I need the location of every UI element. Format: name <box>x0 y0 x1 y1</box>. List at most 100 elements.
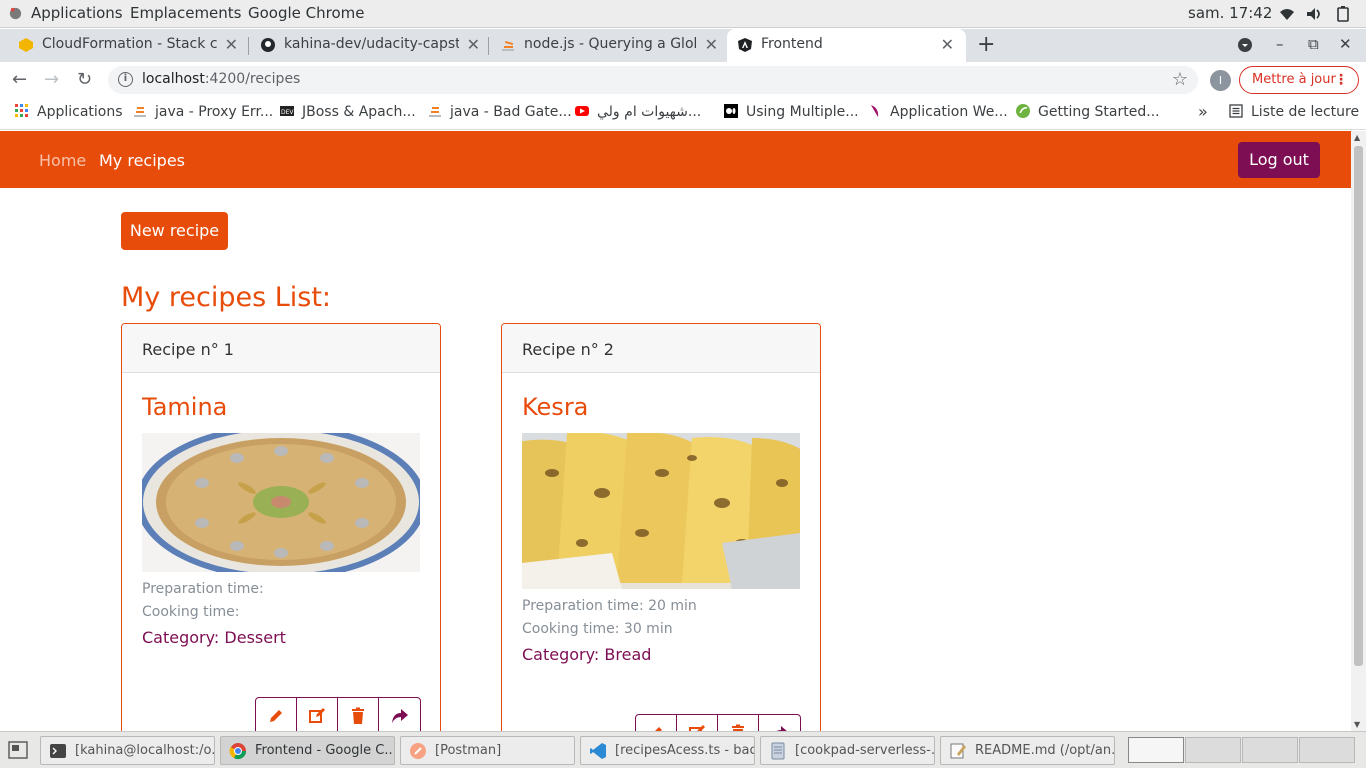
tab-title: CloudFormation - Stack co <box>42 36 217 52</box>
tab-frontend[interactable]: Frontend ✕ <box>727 29 966 62</box>
tab-cloudformation[interactable]: CloudFormation - Stack co ✕ <box>8 29 246 62</box>
recipe-card: Recipe n° 2 Kesra Preparation time: 20 m… <box>501 323 821 731</box>
more-menu-icon[interactable]: ⋮ <box>1334 67 1348 93</box>
page-title: My recipes List: <box>121 282 332 313</box>
task-files[interactable]: [cookpad-serverless-... <box>760 736 935 765</box>
app-menu[interactable]: Google Chrome <box>248 4 365 22</box>
browser-toolbar: ← → ↻ i localhost:4200/recipes ☆ I Mettr… <box>0 62 1366 98</box>
share-button[interactable] <box>759 715 800 731</box>
bookmark-icon <box>871 105 879 117</box>
recipe-image <box>522 433 800 589</box>
close-icon[interactable]: ✕ <box>705 35 718 54</box>
edit-square-icon <box>689 725 705 731</box>
recipe-actions <box>255 697 421 731</box>
url-path: :4200/recipes <box>204 71 301 87</box>
bookmark-java-proxy[interactable]: java - Proxy Err... <box>133 104 273 120</box>
back-icon[interactable]: ← <box>12 69 27 90</box>
reading-list[interactable]: Liste de lecture <box>1229 104 1359 120</box>
bookmark-star-icon[interactable]: ☆ <box>1172 69 1188 90</box>
workspace-4[interactable] <box>1299 737 1355 763</box>
card-header: Recipe n° 1 <box>122 324 440 373</box>
tab-search-icon[interactable] <box>1237 37 1253 53</box>
bookmarks-bar: Applications java - Proxy Err... DEV JBos… <box>0 98 1366 130</box>
bookmark-label: Applications <box>37 104 123 120</box>
workspace-1[interactable] <box>1128 737 1184 763</box>
delete-button[interactable] <box>718 715 759 731</box>
spring-icon <box>1016 104 1030 118</box>
medium-icon <box>724 104 738 118</box>
volume-icon[interactable] <box>1305 5 1323 23</box>
show-desktop-icon[interactable] <box>8 741 28 759</box>
bookmark-jboss[interactable]: DEV JBoss & Apach... <box>280 104 416 120</box>
bookmark-applications[interactable]: Applications <box>15 104 123 120</box>
nav-home-link[interactable]: Home <box>39 151 86 170</box>
applications-menu[interactable]: Applications <box>31 4 123 22</box>
tab-stackoverflow[interactable]: node.js - Querying a Globa ✕ <box>490 29 726 62</box>
bookmark-java-bad-gateway[interactable]: java - Bad Gate... <box>428 104 572 120</box>
edit-button[interactable] <box>256 698 297 731</box>
tab-strip: CloudFormation - Stack co ✕ kahina-dev/u… <box>0 29 1366 62</box>
bookmark-label: JBoss & Apach... <box>302 104 416 120</box>
recipe-category: Category: Bread <box>522 645 652 664</box>
close-icon[interactable]: ✕ <box>225 35 238 54</box>
address-bar[interactable]: i localhost:4200/recipes ☆ <box>108 66 1198 94</box>
forward-icon[interactable]: → <box>44 69 59 90</box>
restore-icon[interactable]: ⧉ <box>1308 35 1319 53</box>
url-host: localhost <box>142 71 205 87</box>
task-postman[interactable]: [Postman] <box>400 736 575 765</box>
scroll-down-icon[interactable]: ▼ <box>1354 720 1360 729</box>
stackoverflow-icon <box>502 40 514 51</box>
share-button[interactable] <box>379 698 420 731</box>
logout-button[interactable]: Log out <box>1238 142 1320 178</box>
update-image-button[interactable] <box>297 698 338 731</box>
more-bookmarks-icon[interactable]: » <box>1198 102 1208 121</box>
reload-icon[interactable]: ↻ <box>77 69 92 90</box>
profile-avatar[interactable]: I <box>1210 70 1231 91</box>
page-scrollbar[interactable]: ▲ ▼ <box>1351 131 1366 731</box>
close-icon[interactable]: ✕ <box>941 35 954 54</box>
workspace-2[interactable] <box>1185 737 1241 763</box>
scroll-up-icon[interactable]: ▲ <box>1354 133 1360 142</box>
wifi-icon[interactable] <box>1278 5 1296 23</box>
cooking-time: Cooking time: 30 min <box>522 621 673 637</box>
update-image-button[interactable] <box>677 715 718 731</box>
bookmark-youtube[interactable]: شهيوات ام ولي... <box>575 104 701 120</box>
edit-square-icon <box>309 708 325 723</box>
recipe-category: Category: Dessert <box>142 628 286 647</box>
new-recipe-button[interactable]: New recipe <box>121 212 228 250</box>
task-terminal[interactable]: [kahina@localhost:/o... <box>40 736 215 765</box>
angular-icon <box>738 38 752 52</box>
tab-github[interactable]: kahina-dev/udacity-capston ✕ <box>250 29 488 62</box>
site-info-icon[interactable]: i <box>118 72 133 87</box>
window-close-icon[interactable]: ✕ <box>1339 35 1352 53</box>
trash-icon <box>732 724 744 731</box>
aws-icon <box>19 38 33 52</box>
text-editor-icon <box>950 743 966 759</box>
workspace-3[interactable] <box>1242 737 1298 763</box>
recipe-name[interactable]: Kesra <box>522 393 588 421</box>
card-header: Recipe n° 2 <box>502 324 820 373</box>
new-tab-icon[interactable]: + <box>977 32 995 57</box>
app-navbar: Home My recipes Log out <box>0 131 1351 188</box>
task-chrome[interactable]: Frontend - Google C... <box>220 736 395 765</box>
minimize-icon[interactable]: – <box>1276 35 1284 53</box>
clock[interactable]: sam. 17:42 <box>1188 4 1272 22</box>
battery-icon[interactable] <box>1334 5 1352 23</box>
scrollbar-thumb[interactable] <box>1354 146 1363 666</box>
close-icon[interactable]: ✕ <box>467 35 480 54</box>
nav-my-recipes-link[interactable]: My recipes <box>99 151 185 170</box>
preparation-time: Preparation time: 20 min <box>522 598 697 614</box>
bookmark-using-multiple[interactable]: Using Multiple... <box>724 104 859 120</box>
update-button[interactable]: Mettre à jour ⋮ <box>1239 66 1359 94</box>
task-label: [cookpad-serverless-... <box>795 743 935 758</box>
bookmark-application-web[interactable]: Application We... <box>868 104 1008 120</box>
delete-button[interactable] <box>338 698 379 731</box>
bookmark-getting-started[interactable]: Getting Started... <box>1016 104 1160 120</box>
task-text-editor[interactable]: README.md (/opt/an... <box>940 736 1115 765</box>
recipe-name[interactable]: Tamina <box>142 393 227 421</box>
dev-icon: DEV <box>280 106 294 116</box>
places-menu[interactable]: Emplacements <box>130 4 242 22</box>
edit-button[interactable] <box>636 715 677 731</box>
files-icon <box>771 742 785 760</box>
task-vscode[interactable]: [recipesAcess.ts - bac... <box>580 736 755 765</box>
